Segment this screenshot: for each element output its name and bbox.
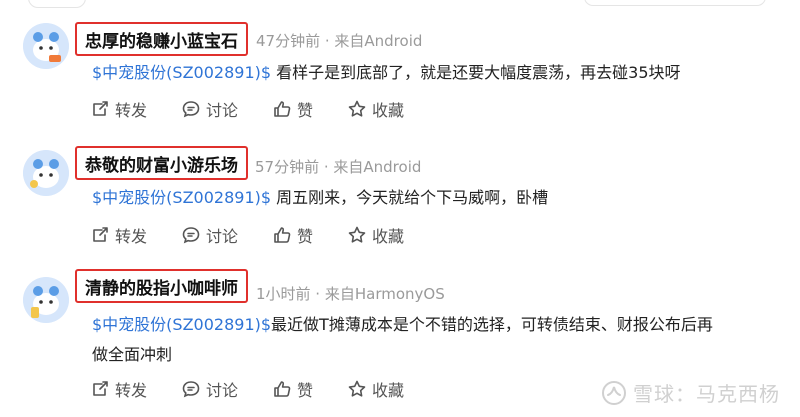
comment-button[interactable]: 讨论 [181, 377, 238, 401]
avatar[interactable] [23, 277, 69, 323]
post-text-continued: 做全面冲刺 [92, 345, 173, 364]
top-search-fragment [584, 0, 766, 6]
comment-label: 讨论 [206, 227, 239, 246]
repost-icon [93, 381, 108, 396]
comment-icon [182, 227, 200, 244]
favorite-button[interactable]: 收藏 [347, 223, 404, 247]
post-content: $中宠股份(SZ002891)$ 看样子是到底部了，就是还要大幅度震荡，再去碰3… [92, 58, 772, 88]
repost-button[interactable]: 转发 [90, 223, 147, 247]
comment-button[interactable]: 讨论 [181, 97, 238, 121]
author-highlight[interactable]: 清静的股指小咖啡师 [75, 269, 248, 303]
post-text: 周五刚来，今天就给个下马威啊，卧槽 [271, 188, 549, 207]
repost-label: 转发 [115, 101, 148, 120]
like-label: 赞 [297, 227, 314, 246]
favorite-button[interactable]: 收藏 [347, 377, 404, 401]
post-actions: 转发 讨论 赞 收藏 [90, 377, 438, 401]
author-name[interactable]: 恭敬的财富小游乐场 [85, 151, 238, 176]
favorite-icon [348, 226, 366, 243]
post-text: 看样子是到底部了，就是还要大幅度震荡，再去碰35块呀 [271, 63, 681, 82]
comment-button[interactable]: 讨论 [181, 223, 238, 247]
author-highlight[interactable]: 恭敬的财富小游乐场 [75, 146, 248, 180]
like-icon [274, 101, 291, 117]
stock-link[interactable]: $中宠股份(SZ002891)$ [92, 315, 271, 334]
post-meta: 57分钟前 · 来自Android [255, 158, 422, 176]
like-icon [274, 381, 291, 397]
favorite-icon [348, 100, 366, 117]
post-meta: 1小时前 · 来自HarmonyOS [256, 285, 445, 303]
snowball-logo-icon [602, 380, 626, 405]
favorite-label: 收藏 [372, 381, 405, 400]
like-button[interactable]: 赞 [272, 377, 313, 401]
repost-button[interactable]: 转发 [90, 377, 147, 401]
like-button[interactable]: 赞 [272, 223, 313, 247]
comment-icon [182, 381, 200, 398]
like-label: 赞 [297, 381, 314, 400]
like-icon [274, 227, 291, 243]
favorite-label: 收藏 [372, 227, 405, 246]
stock-link[interactable]: $中宠股份(SZ002891)$ [92, 63, 271, 82]
author-highlight[interactable]: 忠厚的稳赚小蓝宝石 [75, 22, 248, 56]
author-name[interactable]: 忠厚的稳赚小蓝宝石 [85, 27, 238, 52]
avatar[interactable] [23, 23, 69, 69]
watermark: 雪球：马克西杨 [601, 378, 780, 407]
post-content: $中宠股份(SZ002891)$ 周五刚来，今天就给个下马威啊，卧槽 [92, 183, 772, 213]
repost-icon [93, 227, 108, 242]
favorite-icon [348, 380, 366, 397]
repost-label: 转发 [115, 227, 148, 246]
repost-button[interactable]: 转发 [90, 97, 147, 121]
top-tab-fragment [28, 0, 86, 8]
post-actions: 转发 讨论 赞 收藏 [90, 223, 438, 247]
author-name[interactable]: 清静的股指小咖啡师 [85, 274, 238, 299]
post-content: $中宠股份(SZ002891)$最近做T摊薄成本是个不错的选择，可转债结束、财报… [92, 310, 772, 370]
watermark-text: 雪球：马克西杨 [633, 382, 780, 406]
like-label: 赞 [297, 101, 314, 120]
post-actions: 转发 讨论 赞 收藏 [90, 97, 438, 121]
favorite-label: 收藏 [372, 101, 405, 120]
stock-link[interactable]: $中宠股份(SZ002891)$ [92, 188, 271, 207]
like-button[interactable]: 赞 [272, 97, 313, 121]
post-meta: 47分钟前 · 来自Android [256, 32, 423, 50]
comment-label: 讨论 [206, 101, 239, 120]
avatar[interactable] [23, 150, 69, 196]
comment-icon [182, 101, 200, 118]
comment-label: 讨论 [206, 381, 239, 400]
favorite-button[interactable]: 收藏 [347, 97, 404, 121]
repost-label: 转发 [115, 381, 148, 400]
post-text: 最近做T摊薄成本是个不错的选择，可转债结束、财报公布后再 [271, 315, 713, 334]
repost-icon [93, 101, 108, 116]
